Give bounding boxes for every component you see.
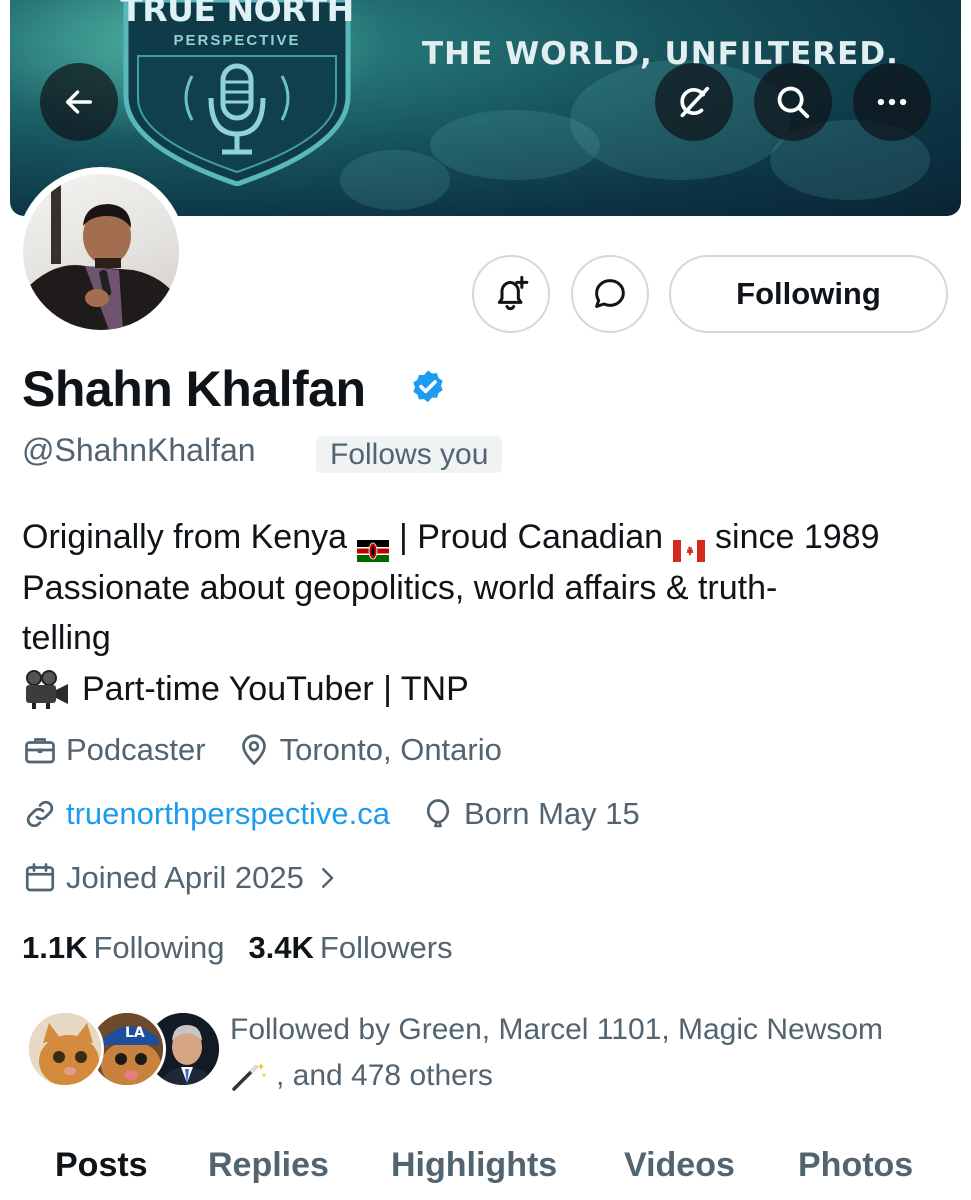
bio-line: Passionate about geopolitics, world affa… [22, 568, 778, 607]
notifications-button[interactable] [472, 255, 550, 333]
tab-highlights[interactable]: Highlights [391, 1146, 557, 1185]
bio-line: Part-time YouTuber | TNP [22, 664, 957, 715]
verified-badge[interactable] [408, 368, 448, 413]
search-icon [777, 86, 810, 119]
bio-text: since 1989 [715, 518, 880, 556]
chat-bubble-icon [595, 279, 625, 308]
bell-plus-icon [497, 275, 529, 311]
tab-photos[interactable]: Photos [798, 1146, 913, 1185]
link-icon [26, 800, 54, 828]
svg-text:LA: LA [125, 1025, 145, 1041]
bio-text: | Proud Canadian [399, 518, 664, 556]
chevron-right-icon [321, 868, 334, 888]
followers-label: Followers [319, 930, 453, 965]
tab-posts[interactable]: Posts [55, 1146, 148, 1185]
website-link[interactable]: truenorthperspective.ca [66, 796, 390, 832]
location-label: Toronto, Ontario [279, 732, 502, 767]
birthday-label: Born May 15 [463, 796, 640, 831]
more-icon [877, 98, 907, 106]
grok-button[interactable] [655, 63, 733, 141]
brand-title: TRUE NORTH [120, 0, 354, 29]
avatar-photo [23, 174, 179, 330]
followed-by-line: , and 478 others [276, 1059, 493, 1092]
banner-tagline: THE WORLD, UNFILTERED. [422, 36, 899, 72]
brand-subtitle: PERSPECTIVE [173, 32, 301, 49]
bio-text: Originally from Kenya [22, 518, 348, 556]
magic-wand-icon [232, 1063, 267, 1091]
profile-meta-row[interactable]: Joined April 2025 [22, 860, 380, 896]
location-pin-icon [241, 734, 266, 766]
calendar-icon [25, 863, 55, 892]
tab-replies[interactable]: Replies [208, 1146, 329, 1185]
profile-meta-row: truenorthperspective.ca Born May 15 [22, 796, 670, 832]
profile-avatar[interactable] [16, 167, 186, 337]
arrow-left-icon [65, 90, 93, 114]
website-item[interactable]: truenorthperspective.ca [22, 796, 390, 832]
followers-stat[interactable]: 3.4K Followers [248, 930, 452, 966]
bio-line: telling [22, 619, 111, 657]
verified-checkmark-icon [413, 370, 443, 403]
follow-stats: 1.1K Following 3.4K Followers [22, 930, 477, 966]
brand-logo: TRUE NORTH PERSPECTIVE [114, 0, 360, 186]
birthday-item: Born May 15 [420, 796, 640, 832]
tab-videos[interactable]: Videos [624, 1146, 735, 1185]
follows-you-badge: Follows you [316, 436, 503, 473]
following-stat[interactable]: 1.1K Following [22, 930, 224, 966]
category-label: Podcaster [66, 732, 206, 767]
bio-text: Part-time YouTuber | TNP [82, 669, 469, 708]
canada-flag-icon [673, 526, 706, 563]
followed-by-text[interactable]: Followed by Green, Marcel 1101, Magic Ne… [230, 1007, 950, 1099]
grok-icon [680, 86, 710, 118]
bio-line: Originally from Kenya | Proud Canadian s… [22, 512, 957, 563]
profile-bio: Originally from Kenya | Proud Canadian s… [22, 512, 957, 714]
following-label: Following [93, 930, 225, 965]
display-name: Shahn Khalfan [22, 361, 366, 417]
user-handle: @ShahnKhalfan [22, 432, 256, 468]
movie-camera-icon [22, 669, 70, 709]
joined-item[interactable]: Joined April 2025 [22, 860, 350, 896]
follower-avatar [26, 1010, 104, 1088]
category-item: Podcaster [22, 732, 206, 768]
briefcase-icon [25, 738, 55, 764]
followed-by-line: Followed by Green, Marcel 1101, Magic Ne… [230, 1013, 884, 1046]
joined-label: Joined April 2025 [66, 860, 304, 895]
more-button[interactable] [853, 63, 931, 141]
followed-by-line-row: , and 478 others [230, 1053, 950, 1099]
following-count: 1.1K [22, 930, 88, 965]
message-button[interactable] [571, 255, 649, 333]
profile-meta-row: Podcaster Toronto, Ontario [22, 732, 532, 768]
following-button[interactable]: Following [669, 255, 948, 333]
followers-count: 3.4K [248, 930, 314, 965]
back-button[interactable] [40, 63, 118, 141]
location-item: Toronto, Ontario [236, 732, 502, 768]
balloon-icon [426, 799, 450, 828]
kenya-flag-icon [357, 526, 390, 563]
search-button[interactable] [754, 63, 832, 141]
